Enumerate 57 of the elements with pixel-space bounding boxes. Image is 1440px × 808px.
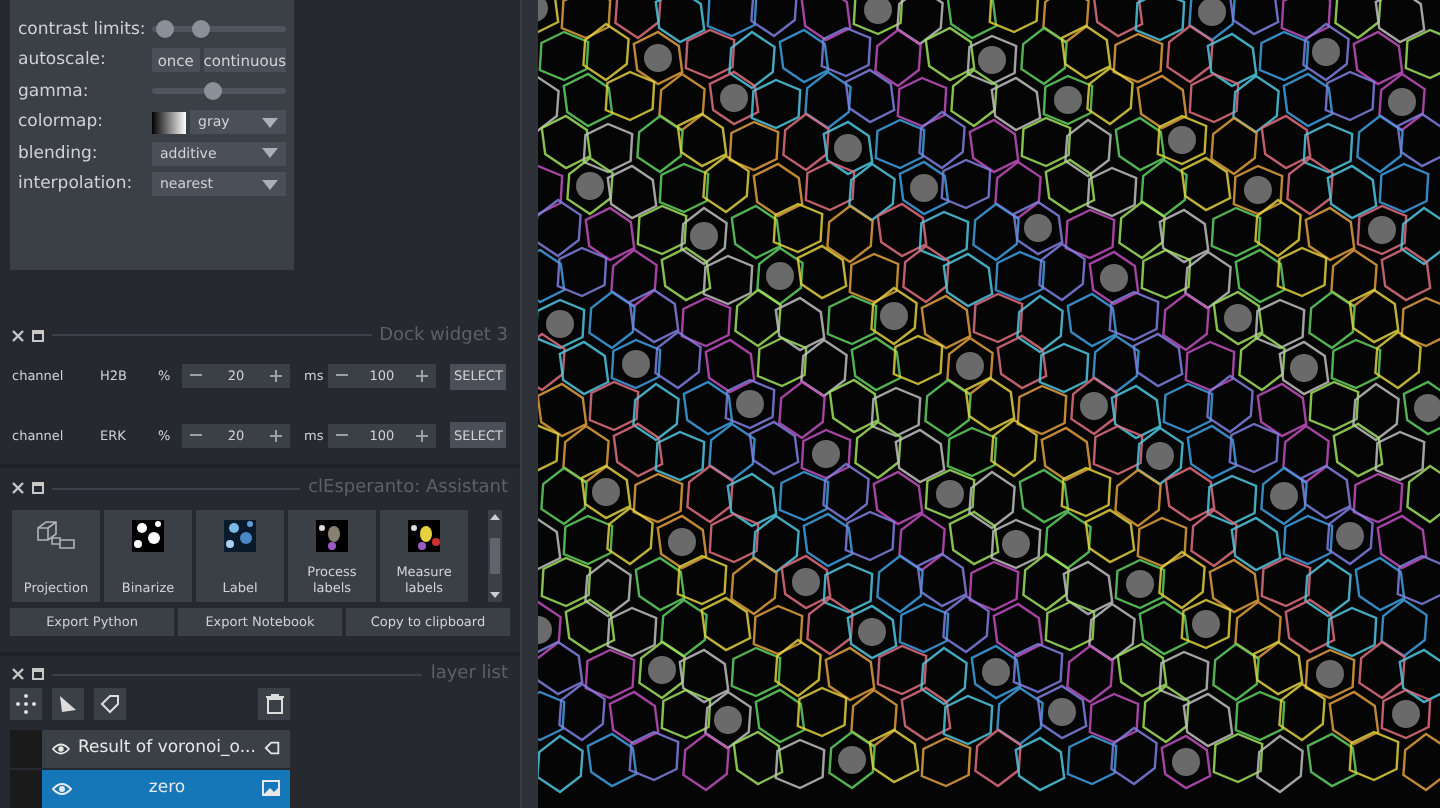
layer-item[interactable]: Result of voronoi_o... [42, 729, 290, 768]
minus-icon[interactable] [190, 433, 202, 438]
binary-blobs-icon [132, 520, 164, 553]
control-label: contrast limits: [18, 19, 148, 40]
scroll-down-icon[interactable] [490, 592, 500, 599]
plus-icon[interactable] [415, 370, 428, 383]
close-icon[interactable] [12, 482, 24, 495]
scrollbar[interactable] [488, 510, 502, 603]
labeled-blobs-icon [224, 520, 256, 553]
shape-icon [58, 693, 78, 714]
control-label: interpolation: [18, 174, 135, 195]
plus-icon[interactable] [270, 370, 282, 383]
layer-name: zero [146, 778, 188, 799]
minus-icon[interactable] [336, 433, 348, 438]
points-icon [16, 693, 36, 714]
eye-icon[interactable] [52, 741, 70, 756]
caret-icon [262, 179, 278, 190]
caret-icon [262, 117, 278, 128]
close-icon[interactable] [12, 668, 24, 681]
splitter-handle[interactable] [520, 0, 538, 808]
colormap-swatch [152, 111, 186, 134]
layer-thumbnail [10, 729, 42, 768]
tag-icon [100, 693, 120, 714]
plus-icon[interactable] [415, 429, 428, 442]
dock-title: clEsperanto: Assistant [308, 478, 508, 499]
plus-icon[interactable] [270, 429, 282, 442]
layer-name: Result of voronoi_o... [77, 738, 256, 759]
new-shapes-button[interactable] [52, 687, 84, 720]
tag-icon [263, 740, 280, 757]
scroll-up-icon[interactable] [490, 514, 500, 521]
float-icon[interactable] [32, 482, 44, 495]
minus-icon[interactable] [336, 374, 348, 379]
control-label: gamma: [18, 81, 91, 102]
close-icon[interactable] [12, 329, 24, 342]
image-icon [262, 780, 280, 797]
dock-title: layer list [430, 664, 508, 685]
delete-button[interactable] [258, 687, 290, 720]
slider-handle[interactable] [192, 20, 211, 39]
float-icon[interactable] [32, 668, 44, 681]
control-label: blending: [18, 143, 100, 164]
dock-title: Dock widget 3 [379, 325, 508, 346]
cubes-icon [36, 520, 76, 553]
minus-icon[interactable] [190, 374, 202, 379]
caret-icon [262, 148, 278, 159]
new-labels-button[interactable] [94, 687, 126, 720]
float-icon[interactable] [32, 329, 44, 342]
layer-thumbnail [10, 769, 42, 808]
control-label: autoscale: [18, 50, 108, 71]
new-points-button[interactable] [10, 687, 42, 720]
slider-handle[interactable] [156, 20, 175, 39]
trash-icon [265, 693, 283, 714]
processed-blobs-icon [316, 520, 348, 553]
control-label: colormap: [18, 112, 106, 133]
slider-handle[interactable] [203, 82, 222, 101]
eye-icon[interactable] [52, 781, 72, 796]
layer-item[interactable]: zero [42, 769, 290, 808]
measured-blobs-icon [408, 520, 440, 553]
